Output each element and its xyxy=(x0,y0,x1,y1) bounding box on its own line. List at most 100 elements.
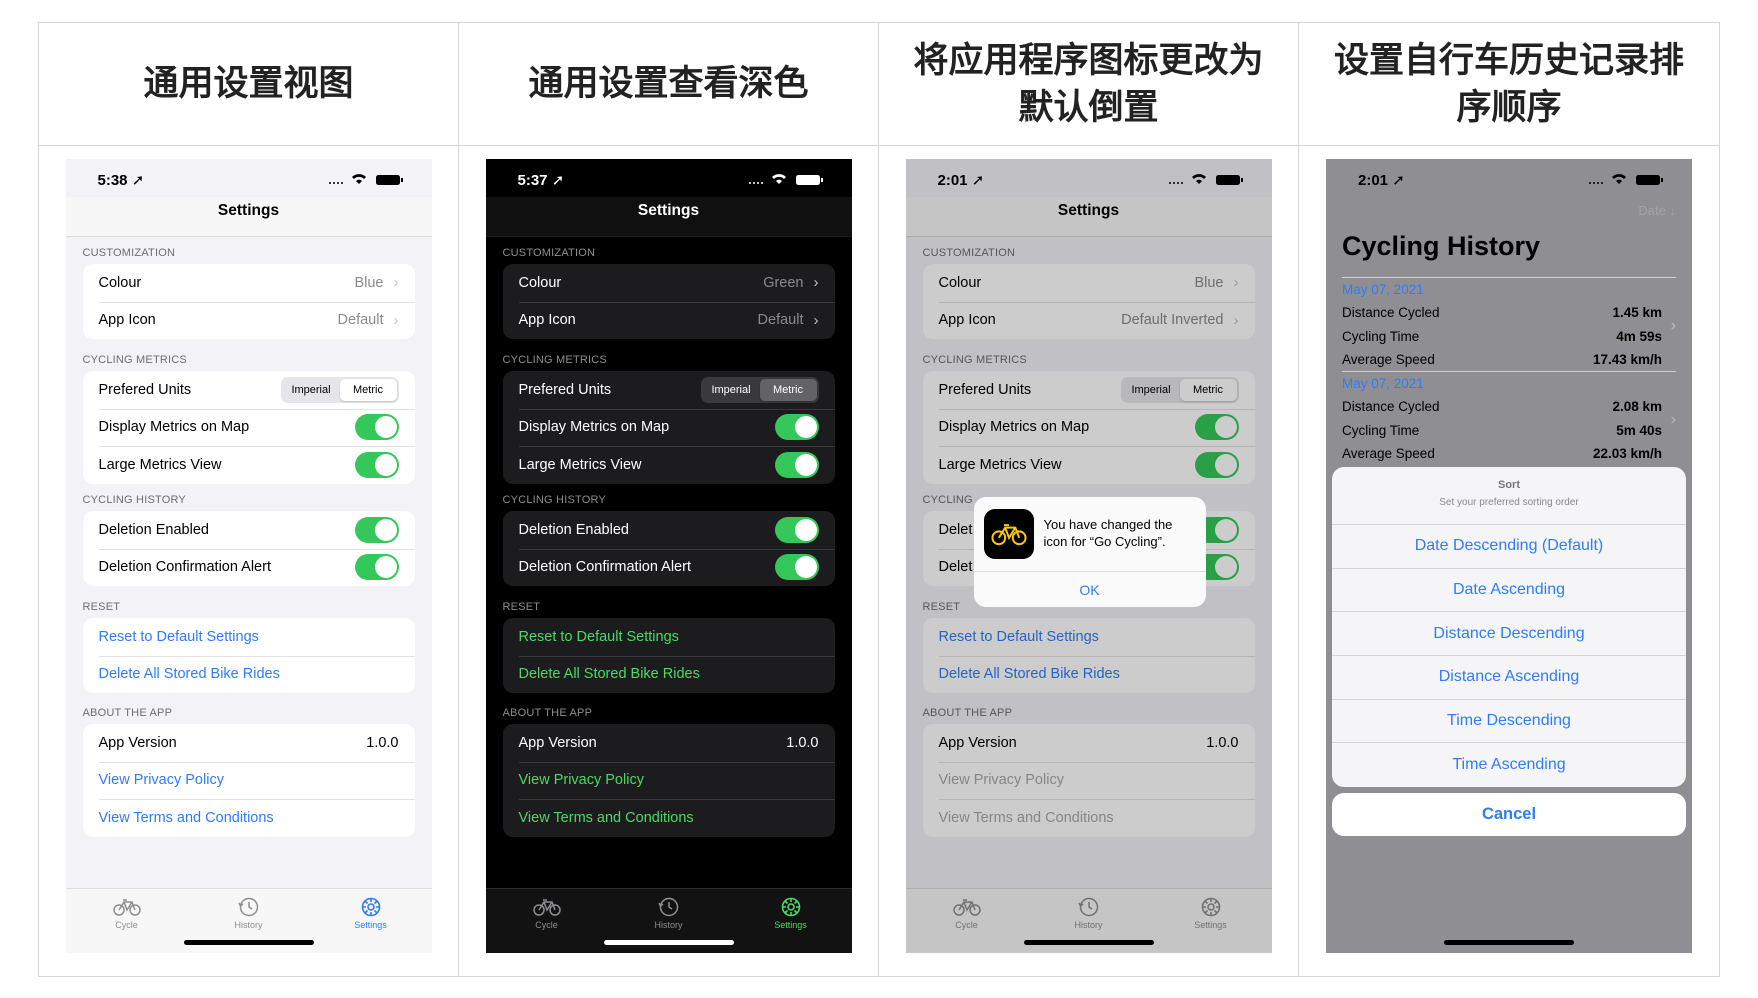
delete-all-link[interactable]: Delete All Stored Bike Rides xyxy=(519,666,819,682)
reset-defaults-row[interactable]: Reset to Default Settings xyxy=(503,618,835,656)
deletion-alert-row: Deletion Confirmation Alert xyxy=(83,548,415,587)
metric-value: 5m 40s xyxy=(1616,422,1662,438)
units-row: Prefered Units Imperial Metric xyxy=(503,371,835,409)
tab-settings-label: Settings xyxy=(354,920,387,930)
history-settings-card: Deletion Enabled Deletion Confirmation A… xyxy=(82,511,415,587)
chevron-right-icon: › xyxy=(813,274,819,292)
display-map-toggle[interactable] xyxy=(354,414,399,441)
terms-row[interactable]: View Terms and Conditions xyxy=(503,799,835,837)
sheet-header: Sort Set your preferred sorting order xyxy=(1332,467,1686,525)
units-segmented-control[interactable]: Imperial Metric xyxy=(280,376,399,403)
sort-option[interactable]: Date Ascending xyxy=(1332,569,1686,613)
deletion-toggle[interactable] xyxy=(774,516,819,543)
sort-option[interactable]: Time Ascending xyxy=(1332,743,1686,787)
chevron-right-icon: › xyxy=(813,311,819,329)
ride-metric-row: Average Speed 17.43 km/h xyxy=(1342,348,1676,372)
tab-settings[interactable]: Settings xyxy=(310,889,432,953)
large-view-toggle[interactable] xyxy=(774,451,819,478)
large-view-row: Large Metrics View xyxy=(503,446,835,484)
tab-cycle[interactable]: Cycle xyxy=(486,889,608,953)
phone-screen: 2:01 ➚ Settings CUSTOMIZATION Colour Blue… xyxy=(905,159,1272,953)
bicycle-icon xyxy=(112,899,141,916)
privacy-row[interactable]: View Privacy Policy xyxy=(83,761,415,800)
app-version-label: App Version xyxy=(98,734,177,751)
history-settings-card: Deletion Enabled Deletion Confirmation A… xyxy=(502,511,835,587)
colour-row[interactable]: Colour Blue › xyxy=(83,264,415,302)
ride-date: May 07, 2021 xyxy=(1342,371,1676,395)
comparison-grid: 通用设置视图 5:38 ➚ Settings CUSTOMIZATION Col… xyxy=(38,22,1720,977)
cancel-button[interactable]: Cancel xyxy=(1332,793,1686,836)
gear-icon xyxy=(361,897,380,917)
segment-metric[interactable]: Metric xyxy=(759,378,817,401)
app-version-value: 1.0.0 xyxy=(786,734,819,751)
app-icon-row[interactable]: App Icon Default › xyxy=(503,301,835,340)
reset-defaults-row[interactable]: Reset to Default Settings xyxy=(83,618,415,656)
privacy-link[interactable]: View Privacy Policy xyxy=(99,772,399,788)
display-map-toggle[interactable] xyxy=(774,414,819,441)
ride-metric-row: Average Speed 22.03 km/h xyxy=(1342,442,1676,466)
tab-settings[interactable]: Settings xyxy=(730,889,852,953)
status-bar: 5:38 ➚ xyxy=(66,159,432,197)
app-version-row: App Version 1.0.0 xyxy=(503,724,835,762)
chevron-right-icon: › xyxy=(1670,411,1676,428)
app-icon-row[interactable]: App Icon Default › xyxy=(83,301,415,340)
privacy-row[interactable]: View Privacy Policy xyxy=(503,761,835,800)
ride-entry[interactable]: May 07, 2021 › Distance Cycled 1.45 km Cycli… xyxy=(1342,277,1676,372)
deletion-alert-toggle[interactable] xyxy=(774,554,819,581)
ride-entry[interactable]: May 07, 2021 › Distance Cycled 2.08 km Cycli… xyxy=(1342,371,1676,466)
phone-screen: 2:01 ➚ Date ↓ Cycling History May 07, 2021 ›… xyxy=(1326,159,1692,953)
colour-row[interactable]: Colour Green › xyxy=(503,264,835,302)
delete-all-link[interactable]: Delete All Stored Bike Rides xyxy=(99,666,399,682)
status-bar: 5:37 ➚ xyxy=(486,159,852,197)
large-view-toggle[interactable] xyxy=(354,451,399,478)
app-icon-label: App Icon xyxy=(518,312,576,329)
history-clock-icon xyxy=(237,897,258,917)
page-title: Cycling History xyxy=(1342,231,1541,261)
metric-label: Cycling Time xyxy=(1342,328,1420,344)
units-segmented-control[interactable]: Imperial Metric xyxy=(700,376,819,403)
deletion-alert-label: Deletion Confirmation Alert xyxy=(98,559,271,576)
column-header: 设置自行车历史记录排序顺序 xyxy=(1299,23,1719,146)
tab-cycle[interactable]: Cycle xyxy=(66,889,188,953)
delete-all-row[interactable]: Delete All Stored Bike Rides xyxy=(503,655,835,694)
colour-value: Green xyxy=(763,274,804,291)
section-header-history: CYCLING HISTORY xyxy=(82,494,186,506)
phone-screen: 5:37 ➚ Settings CUSTOMIZATION Colour Gree… xyxy=(485,159,852,953)
sort-option[interactable]: Time Descending xyxy=(1332,700,1686,744)
display-map-label: Display Metrics on Map xyxy=(518,419,670,436)
page-title: Settings xyxy=(217,202,280,219)
section-header-about: ABOUT THE APP xyxy=(502,707,593,719)
reset-defaults-link[interactable]: Reset to Default Settings xyxy=(99,629,399,645)
icon-changed-alert: You have changed the icon for “Go Cyclin… xyxy=(973,497,1206,607)
metric-label: Distance Cycled xyxy=(1342,399,1440,414)
deletion-toggle[interactable] xyxy=(354,516,399,543)
status-time: 2:01 ➚ xyxy=(1358,172,1405,189)
privacy-link[interactable]: View Privacy Policy xyxy=(519,772,819,788)
column-4: 设置自行车历史记录排序顺序 2:01 ➚ Date ↓ Cycling History… xyxy=(1299,23,1719,976)
sort-option[interactable]: Date Descending (Default) xyxy=(1332,525,1686,569)
terms-row[interactable]: View Terms and Conditions xyxy=(83,799,415,837)
section-header-reset: RESET xyxy=(82,601,121,613)
segment-metric[interactable]: Metric xyxy=(339,378,397,401)
colour-value: Blue xyxy=(354,274,384,291)
sort-option[interactable]: Distance Descending xyxy=(1332,612,1686,657)
display-map-row: Display Metrics on Map xyxy=(83,408,415,447)
app-icon-value: Default xyxy=(337,312,384,329)
tab-history-label: History xyxy=(654,920,683,930)
reset-defaults-link[interactable]: Reset to Default Settings xyxy=(519,629,819,645)
deletion-alert-row: Deletion Confirmation Alert xyxy=(503,548,835,587)
delete-all-row[interactable]: Delete All Stored Bike Rides xyxy=(83,655,415,694)
ride-date: May 07, 2021 xyxy=(1342,277,1676,301)
sort-option[interactable]: Distance Ascending xyxy=(1332,656,1686,700)
alert-ok-button[interactable]: OK xyxy=(973,571,1206,607)
sort-button[interactable]: Date ↓ xyxy=(1638,197,1676,225)
segment-imperial[interactable]: Imperial xyxy=(283,379,340,401)
terms-link[interactable]: View Terms and Conditions xyxy=(99,810,399,826)
tab-cycle-label: Cycle xyxy=(115,920,138,930)
segment-imperial[interactable]: Imperial xyxy=(703,379,760,401)
units-row: Prefered Units Imperial Metric xyxy=(83,371,415,409)
terms-link[interactable]: View Terms and Conditions xyxy=(519,810,819,826)
section-header-metrics: CYCLING METRICS xyxy=(82,354,187,366)
deletion-alert-toggle[interactable] xyxy=(354,554,399,581)
metric-value: 22.03 km/h xyxy=(1592,446,1662,461)
